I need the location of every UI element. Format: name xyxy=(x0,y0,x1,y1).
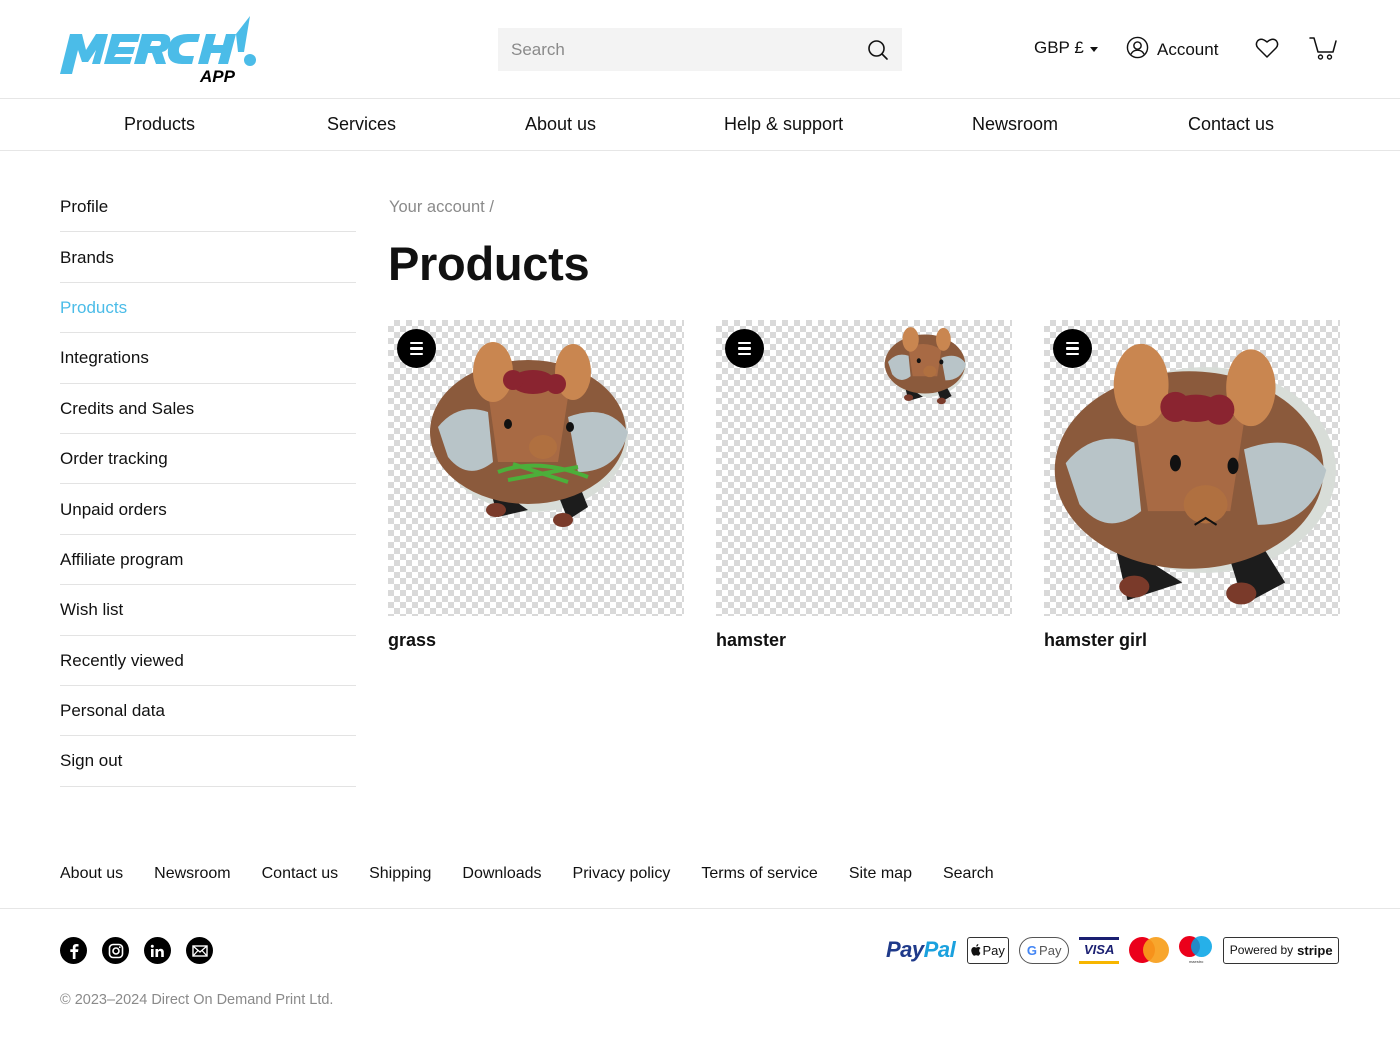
chevron-down-icon xyxy=(1089,46,1098,52)
apple-pay-logo: Pay xyxy=(967,936,1010,964)
product-card: hamster girl xyxy=(1044,320,1340,651)
menu-icon[interactable] xyxy=(1053,329,1092,368)
product-card: grass xyxy=(388,320,684,651)
search-bar xyxy=(498,28,902,71)
sidebar-item-affiliate-program[interactable]: Affiliate program xyxy=(60,535,356,586)
sidebar-item-integrations[interactable]: Integrations xyxy=(60,333,356,384)
breadcrumb-separator: / xyxy=(489,198,494,216)
facebook-icon[interactable] xyxy=(60,937,87,964)
product-thumbnail[interactable] xyxy=(716,320,1012,616)
google-pay-logo: G Pay xyxy=(1019,936,1070,964)
breadcrumb-your-account[interactable]: Your account xyxy=(389,198,485,216)
sidebar-item-personal-data[interactable]: Personal data xyxy=(60,686,356,737)
sidebar-item-recently-viewed[interactable]: Recently viewed xyxy=(60,636,356,686)
product-thumbnail[interactable] xyxy=(1044,320,1340,616)
sidebar-item-wish-list[interactable]: Wish list xyxy=(60,585,356,636)
hamster-girl-image xyxy=(1054,343,1336,605)
breadcrumb: Your account / xyxy=(389,198,494,217)
logo-sub-text: APP xyxy=(199,67,236,84)
nav-newsroom[interactable]: Newsroom xyxy=(972,114,1058,135)
social-links xyxy=(60,937,213,964)
search-input[interactable] xyxy=(511,39,866,60)
nav-help-support[interactable]: Help & support xyxy=(724,114,843,135)
instagram-icon[interactable] xyxy=(102,937,129,964)
email-icon[interactable] xyxy=(186,937,213,964)
logo-graphic: APP xyxy=(60,16,256,86)
product-name[interactable]: grass xyxy=(388,630,684,651)
sidebar-item-products[interactable]: Products xyxy=(60,283,356,334)
footer-link-newsroom[interactable]: Newsroom xyxy=(154,865,230,883)
page-title: Products xyxy=(388,237,590,290)
currency-selector[interactable]: GBP £ xyxy=(1034,38,1098,58)
sidebar-item-credits-and-sales[interactable]: Credits and Sales xyxy=(60,384,356,434)
footer-link-site-map[interactable]: Site map xyxy=(849,865,912,883)
sidebar-item-profile[interactable]: Profile xyxy=(60,182,356,233)
merch-app-logo[interactable]: APP xyxy=(60,16,260,86)
copyright: © 2023–2024 Direct On Demand Print Ltd. xyxy=(60,992,334,1008)
footer-link-search[interactable]: Search xyxy=(943,865,994,883)
footer-divider xyxy=(0,908,1400,909)
maestro-logo: maestro xyxy=(1179,936,1213,964)
nav-services[interactable]: Services xyxy=(327,114,396,135)
product-thumbnail[interactable] xyxy=(388,320,684,616)
account-label: Account xyxy=(1157,40,1219,59)
footer-links: About us Newsroom Contact us Shipping Do… xyxy=(60,865,1025,883)
hamster-grass-image xyxy=(430,342,628,527)
menu-icon[interactable] xyxy=(397,329,436,368)
paypal-logo: PayPal xyxy=(886,937,956,962)
product-card: hamster xyxy=(716,320,1012,651)
search-icon[interactable] xyxy=(866,38,890,62)
nav-products[interactable]: Products xyxy=(124,114,195,135)
product-name[interactable]: hamster xyxy=(716,630,1012,651)
currency-label: GBP £ xyxy=(1034,38,1084,57)
hamster-image xyxy=(884,327,966,405)
menu-icon[interactable] xyxy=(725,329,764,368)
sidebar-item-sign-out[interactable]: Sign out xyxy=(60,736,356,787)
nav-contact-us[interactable]: Contact us xyxy=(1188,114,1274,135)
heart-icon[interactable] xyxy=(1255,37,1279,64)
payment-methods: PayPal Pay G Pay VISA maestro Powered by s… xyxy=(886,936,1340,964)
sidebar-item-unpaid-orders[interactable]: Unpaid orders xyxy=(60,484,356,535)
product-name[interactable]: hamster girl xyxy=(1044,630,1340,651)
linkedin-icon[interactable] xyxy=(144,937,171,964)
powered-by-stripe-badge: Powered by stripe xyxy=(1223,936,1340,964)
main-nav: Products Services About us Help & suppor… xyxy=(0,99,1400,151)
sidebar-item-order-tracking[interactable]: Order tracking xyxy=(60,434,356,485)
footer-link-shipping[interactable]: Shipping xyxy=(369,865,431,883)
footer-link-privacy-policy[interactable]: Privacy policy xyxy=(573,865,671,883)
mastercard-logo xyxy=(1129,936,1170,964)
visa-logo: VISA xyxy=(1079,936,1120,964)
footer-link-contact-us[interactable]: Contact us xyxy=(262,865,338,883)
account-sidebar: Profile Brands Products Integrations Cre… xyxy=(60,182,356,787)
footer-link-terms-of-service[interactable]: Terms of service xyxy=(701,865,817,883)
cart-icon[interactable] xyxy=(1309,36,1337,67)
footer-link-about-us[interactable]: About us xyxy=(60,865,123,883)
account-link[interactable]: Account xyxy=(1126,36,1218,64)
sidebar-item-brands[interactable]: Brands xyxy=(60,232,356,283)
site-header: APP GBP £ Account xyxy=(0,0,1400,99)
nav-about-us[interactable]: About us xyxy=(525,114,596,135)
footer-link-downloads[interactable]: Downloads xyxy=(462,865,541,883)
apple-icon xyxy=(971,944,981,956)
user-circle-icon xyxy=(1126,36,1149,64)
